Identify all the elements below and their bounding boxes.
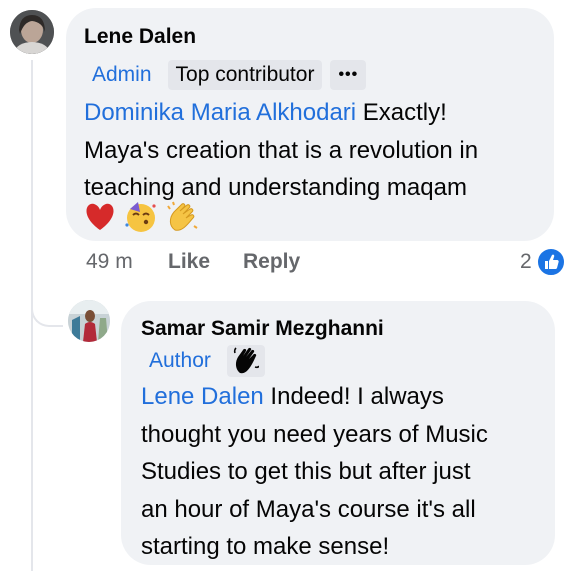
reply-text-line: an hour of Maya's course it's all (141, 495, 476, 523)
comment-emojis (84, 200, 200, 234)
avatar-photo (10, 10, 54, 54)
reply-button[interactable]: Reply (243, 250, 300, 274)
reply-author-avatar[interactable] (68, 300, 110, 342)
like-reaction-icon (535, 247, 566, 277)
top-contributor-badge[interactable]: Top contributor (167, 60, 323, 90)
comment-timestamp[interactable]: 49 m (86, 250, 133, 274)
reply-bubble: Samar Samir Mezghanni Author Lene Dalen … (121, 301, 555, 565)
reply-mention[interactable]: Lene Dalen (141, 383, 264, 410)
reply-text-line: Indeed! I always (263, 383, 444, 410)
reply-text-line: starting to make sense! (141, 533, 390, 560)
reply-text-line: Studies to get this but after just (141, 458, 471, 485)
partying-face-icon (125, 202, 156, 232)
clapping-hands-icon (167, 201, 198, 231)
comment-author-name[interactable]: Lene Dalen (84, 25, 196, 49)
admin-badge[interactable]: Admin (84, 60, 160, 90)
author-badge[interactable]: Author (141, 346, 219, 376)
comment-text-line: Exactly! (356, 99, 447, 126)
reply-author-name[interactable]: Samar Samir Mezghanni (141, 317, 384, 341)
waving-hand-icon[interactable] (226, 345, 265, 377)
waving-hand-glyph (233, 347, 260, 374)
reaction-count: 2 (520, 250, 532, 273)
comment-mention[interactable]: Dominika Maria Alkhodari (84, 99, 356, 126)
reply-badges: Author (141, 345, 265, 377)
comment-bubble: Lene Dalen Admin Top contributor ••• Dom… (66, 8, 554, 241)
heart-icon (86, 203, 114, 230)
comment-badges: Admin Top contributor ••• (84, 60, 367, 90)
reply-text: Lene Dalen Indeed! I always thought you … (141, 378, 551, 566)
like-button[interactable]: Like (168, 250, 210, 274)
reaction-summary[interactable]: 2 (520, 247, 566, 277)
more-options-icon[interactable]: ••• (330, 60, 367, 90)
reply-text-line: thought you need years of Music (141, 420, 488, 448)
comment-author-avatar[interactable] (10, 10, 54, 54)
avatar-photo (68, 300, 110, 342)
thread-branch (31, 285, 63, 327)
comment-text: Dominika Maria Alkhodari Exactly! Maya's… (84, 94, 554, 207)
comment-text-line: Maya's creation that is a revolution in (84, 136, 479, 164)
